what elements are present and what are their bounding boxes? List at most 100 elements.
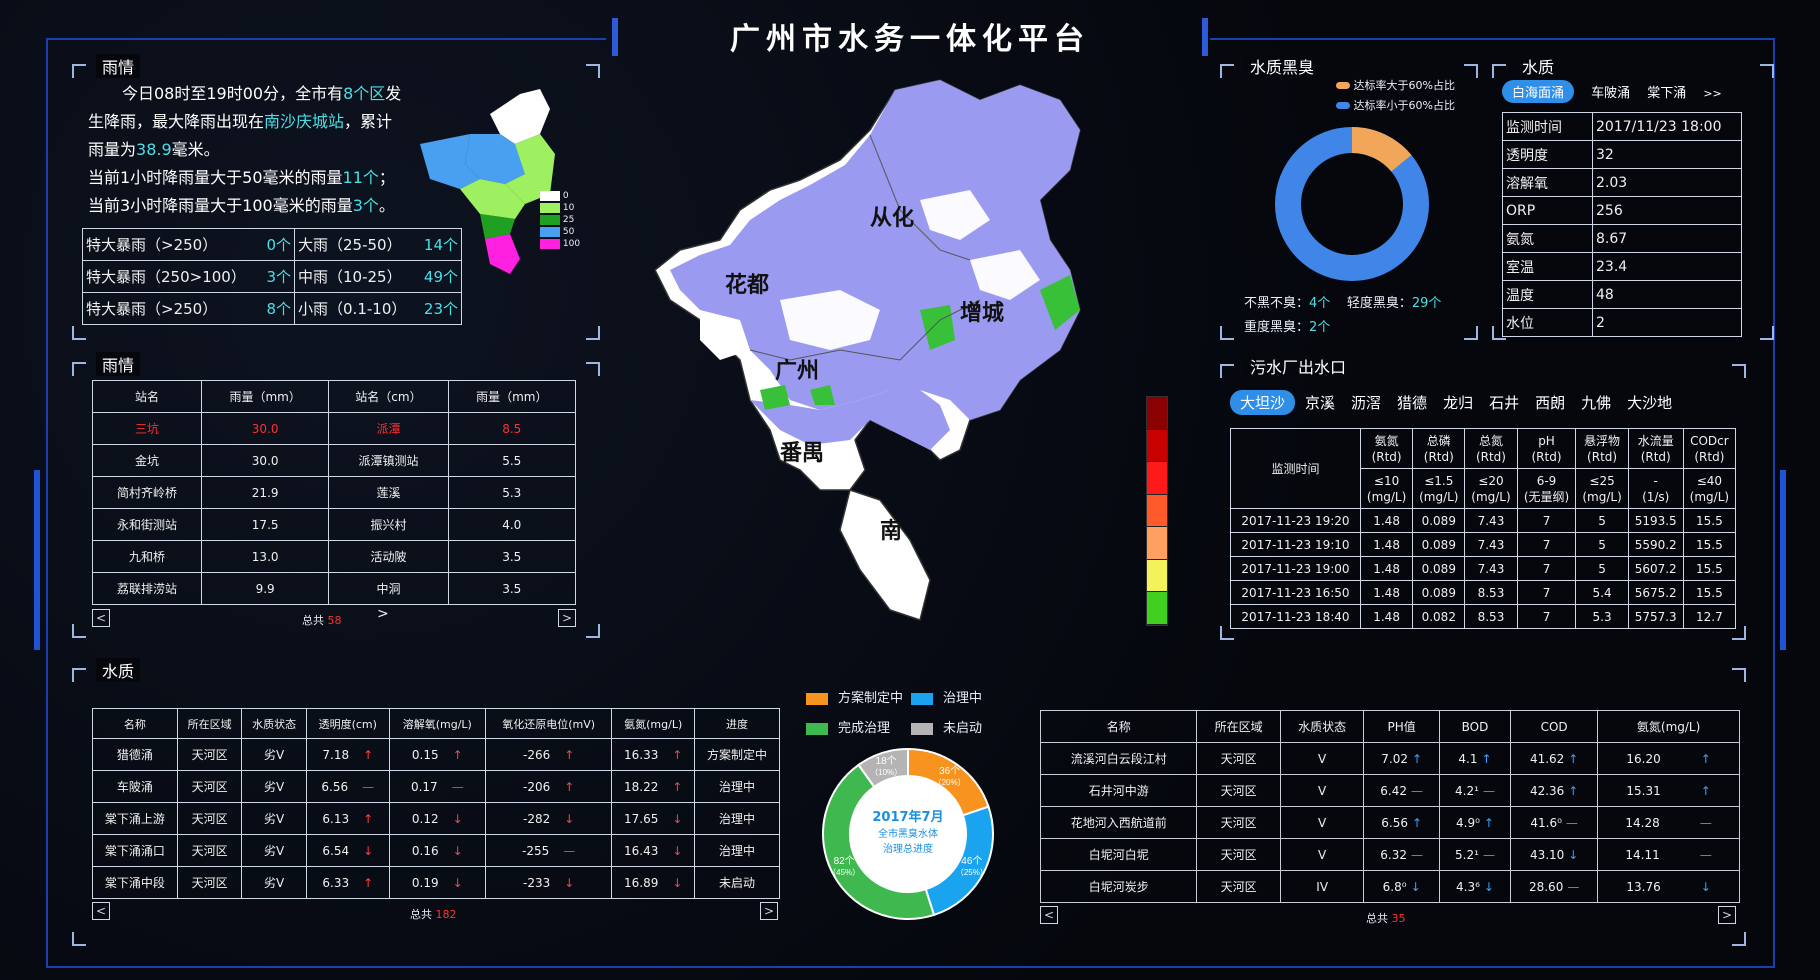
table-row[interactable]: 白坭河炭步 天河区 IV 6.8⁰ ↓ 4.3⁶ ↓ 28.60—13.76 ↓ xyxy=(1039,870,1740,903)
trend-arrow-icon: — xyxy=(1482,847,1495,862)
table-row[interactable]: 猎德涌 天河区 劣V 7.18 ↑ 0.15 ↑ -266 ↑ 16.33 ↑ 方案制定中 xyxy=(92,738,780,771)
table-row[interactable]: 2017-11-23 16:50 1.48 0.089 8.53 7 5.4 5675.2 1… xyxy=(1230,580,1737,605)
table-cell: 4.1 ↑ xyxy=(1438,742,1512,775)
table-row[interactable]: 石井河中游 天河区 V 6.42—4.2¹ —42.36 ↑ 15.31 ↑ xyxy=(1039,774,1740,807)
tab-baihai[interactable]: 白海面涌 xyxy=(1502,80,1575,103)
table-cell: 永和街测站 xyxy=(92,508,202,541)
table-row[interactable]: 棠下涌上游 天河区 劣V 6.13 ↑ 0.12 ↓ -282 ↓ 17.65 ↓ 治理中 xyxy=(92,802,780,835)
chevron-right-icon[interactable]: > xyxy=(377,606,389,622)
map-label-nansha-overlay: 南 xyxy=(880,518,902,543)
outfall-tab[interactable]: 龙归 xyxy=(1443,392,1473,413)
bottom-left-next-button[interactable]: > xyxy=(760,902,778,920)
trend-arrow-icon: ↑ xyxy=(564,779,575,794)
bottom-left-prev-button[interactable]: < xyxy=(92,902,110,920)
trend-arrow-icon: ↑ xyxy=(672,779,683,794)
table-row[interactable]: 2017-11-23 19:20 1.48 0.089 7.43 7 5 5193.5 15.… xyxy=(1230,508,1737,533)
table-cell: 0.15 ↑ xyxy=(388,738,486,771)
progress-center: 2017年7月 全市黑臭水体 治理总进度 xyxy=(872,810,944,855)
trend-arrow-icon: — xyxy=(563,843,576,858)
table-cell: 6.56 ↑ xyxy=(1363,806,1440,839)
trend-arrow-icon: ↓ xyxy=(452,843,463,858)
prev-page-button[interactable]: < xyxy=(92,609,110,627)
tab-chebei[interactable]: 车陂涌 xyxy=(1591,82,1630,101)
tab-tangxia[interactable]: 棠下涌 xyxy=(1647,82,1686,101)
table-row[interactable]: 花地河入西航道前 天河区 V 6.56 ↑ 4.9⁰ ↑ 41.6⁰ —14.28— xyxy=(1039,806,1740,839)
donut-slice-label: 46个 xyxy=(961,855,982,867)
column-limit: ≤25 (mg/L) xyxy=(1575,468,1629,509)
table-cell: 4.2¹ — xyxy=(1438,774,1512,807)
table-row[interactable]: 永和街测站 17.5 振兴村 4.0 xyxy=(92,508,577,541)
table-row[interactable]: 棠下涌涌口 天河区 劣V 6.54 ↓ 0.16 ↓ -255—16.43 ↓ 治理中 xyxy=(92,834,780,867)
table-row[interactable]: 2017-11-23 19:00 1.48 0.089 7.43 7 5 5607.2 15.… xyxy=(1230,556,1737,581)
table-cell: 30.0 xyxy=(200,444,330,477)
next-page-button[interactable]: > xyxy=(558,609,576,627)
quality-value: 2017/11/23 18:00 xyxy=(1592,112,1742,141)
bottom-right-next-button[interactable]: > xyxy=(1718,906,1736,924)
more-tabs-button[interactable]: >> xyxy=(1703,87,1721,100)
table-cell: 2017-11-23 19:10 xyxy=(1230,532,1361,557)
table-cell: 15.31 ↑ xyxy=(1597,774,1740,807)
table-row[interactable]: 2017-11-23 19:10 1.48 0.089 7.43 7 5 5590.2 15.… xyxy=(1230,532,1737,557)
table-cell: 7.43 xyxy=(1464,556,1518,581)
outfall-tab[interactable]: 九佛 xyxy=(1581,392,1611,413)
table-cell: 5.2¹ — xyxy=(1438,838,1512,871)
table-row[interactable]: 三坑 30.0 派潭 8.5 xyxy=(92,412,577,445)
table-row[interactable]: 2017-11-23 18:40 1.48 0.082 8.53 7 5.3 5757.3 1… xyxy=(1230,604,1737,629)
table-cell: 6.54 ↓ xyxy=(305,834,390,867)
table-cell: 1.48 xyxy=(1359,532,1414,557)
trend-arrow-icon: — xyxy=(1482,783,1495,798)
table-cell: 7.02 ↑ xyxy=(1363,742,1440,775)
table-cell: 天河区 xyxy=(1196,838,1281,871)
column-limit: ≤40 (mg/L) xyxy=(1682,468,1737,509)
table-row[interactable]: 棠下涌中段 天河区 劣V 6.33 ↑ 0.19 ↓ -233 ↓ 16.89 ↓ 未启动 xyxy=(92,866,780,899)
table-cell: 3.5 xyxy=(447,540,577,573)
column-header: 所在区域 xyxy=(176,708,243,739)
table-row[interactable]: 车陂涌 天河区 劣V 6.56—0.17— -206 ↑ 18.22 ↑ 治理中 xyxy=(92,770,780,803)
trend-arrow-icon: ↓ xyxy=(1700,879,1711,894)
table-row[interactable]: 白坭河白坭 天河区 V 6.32—5.2¹ —43.10 ↓ 14.11— xyxy=(1039,838,1740,871)
table-cell: 8.53 xyxy=(1464,604,1518,629)
outfall-tab[interactable]: 沥滘 xyxy=(1351,392,1381,413)
outfall-tab[interactable]: 大坦沙 xyxy=(1230,390,1296,415)
trend-arrow-icon: — xyxy=(451,779,464,794)
donut-slice-pct: （25%） xyxy=(956,868,988,877)
outfall-tab[interactable]: 猎德 xyxy=(1397,392,1427,413)
outfall-tab[interactable]: 石井 xyxy=(1489,392,1519,413)
level-label: 特大暴雨（>250） xyxy=(82,292,262,325)
trend-arrow-icon: — xyxy=(1567,879,1580,894)
outfall-tab[interactable]: 大沙地 xyxy=(1627,392,1672,413)
table-cell: 猎德涌 xyxy=(92,738,178,771)
bottom-left-total: 总共 182 xyxy=(410,908,457,921)
bottom-right-prev-button[interactable]: < xyxy=(1040,906,1058,924)
table-cell: 三坑 xyxy=(92,412,202,445)
table-cell: 5 xyxy=(1575,532,1629,557)
table-cell: 0.089 xyxy=(1412,580,1466,605)
quality-label: 温度 xyxy=(1502,280,1593,309)
table-row[interactable]: 荔联排涝站 9.9 中洞 3.5 xyxy=(92,572,577,605)
table-cell: 莲溪 xyxy=(328,476,449,509)
quality-value: 48 xyxy=(1592,280,1742,309)
trend-arrow-icon: — xyxy=(362,779,375,794)
column-limit: 6-9 (无量纲) xyxy=(1516,468,1577,509)
table-cell: 7 xyxy=(1516,580,1577,605)
outfall-tab[interactable]: 京溪 xyxy=(1305,392,1335,413)
table-cell: 3.5 xyxy=(447,572,577,605)
rain-color-bar xyxy=(1146,396,1168,626)
outfall-tab[interactable]: 西朗 xyxy=(1535,392,1565,413)
trend-arrow-icon: ↑ xyxy=(363,875,374,890)
table-cell: 16.33 ↑ xyxy=(611,738,696,771)
table-cell: 0.17— xyxy=(388,770,486,803)
quality-row: 监测时间 2017/11/23 18:00 xyxy=(1502,112,1742,141)
column-header: COD xyxy=(1510,710,1599,743)
quality-label: 水位 xyxy=(1502,308,1593,337)
black-odor-title: 水质黑臭 xyxy=(1244,54,1321,78)
table-row[interactable]: 金坑 30.0 派潭镇测站 5.5 xyxy=(92,444,577,477)
donut-slice-pct: （10%） xyxy=(870,768,902,777)
color-bar-segment xyxy=(1147,429,1167,463)
level-label: 特大暴雨（250>100） xyxy=(82,260,262,293)
table-row[interactable]: 九和桥 13.0 活动陂 3.5 xyxy=(92,540,577,573)
column-header: 所在区域 xyxy=(1196,710,1281,743)
table-row[interactable]: 简村齐岭桥 21.9 莲溪 5.3 xyxy=(92,476,577,509)
table-row[interactable]: 流溪河白云段江村 天河区 V 7.02 ↑ 4.1 ↑ 41.62 ↑ 16.20 ↑ xyxy=(1039,742,1740,775)
trend-arrow-icon: ↓ xyxy=(1410,879,1421,894)
